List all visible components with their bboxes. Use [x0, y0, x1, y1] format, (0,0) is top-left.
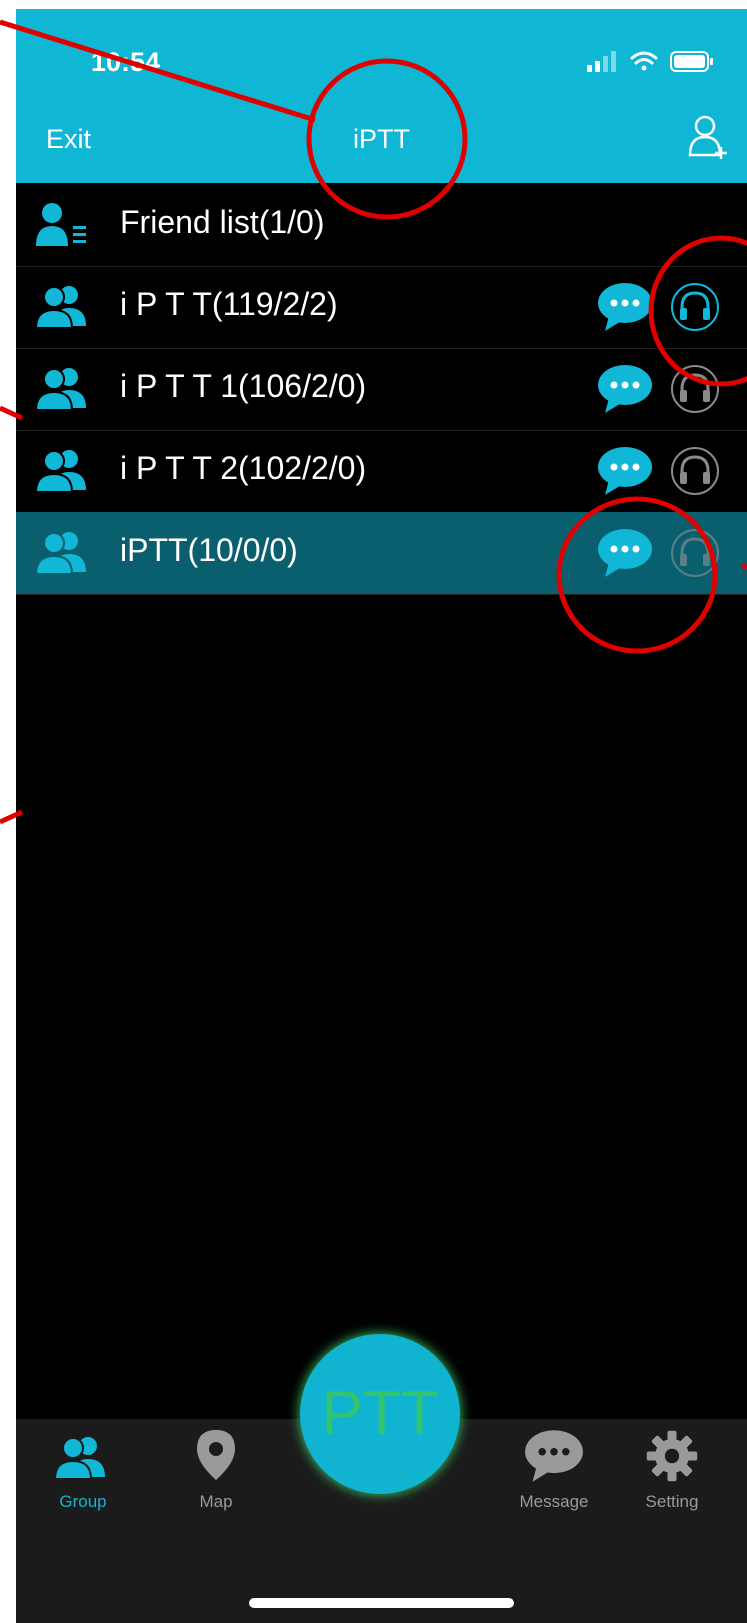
annotation-circle [648, 235, 747, 387]
annotation-line [0, 19, 316, 123]
annotation-line [740, 562, 747, 571]
annotation-circle [306, 58, 468, 220]
annotation-line [0, 405, 24, 421]
annotation-line [0, 809, 24, 825]
annotation-overlay [0, 19, 747, 825]
annotation-circle [556, 496, 718, 654]
